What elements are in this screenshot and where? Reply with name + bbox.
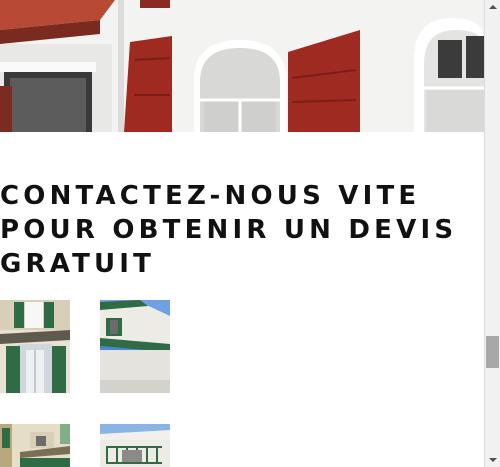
contact-heading: CONTACTEZ-NOUS VITE POUR OBTENIR UN DEVI…	[0, 181, 458, 279]
scrollbar-thumb[interactable]	[486, 336, 499, 368]
gallery-thumbnail-house-sky[interactable]	[100, 300, 170, 393]
gallery-thumbnail-green-shutters[interactable]	[0, 300, 70, 393]
vertical-scrollbar[interactable]	[484, 0, 500, 467]
scroll-up-arrow-icon[interactable]	[485, 0, 500, 14]
page-content: CONTACTEZ-NOUS VITE POUR OBTENIR UN DEVI…	[0, 0, 484, 467]
hero-image-facade-red-shutters	[0, 0, 484, 132]
gallery-thumbnail-facade-balcony[interactable]	[0, 424, 70, 467]
gallery-thumbnail-green-balcony[interactable]	[100, 424, 170, 467]
scroll-down-arrow-icon[interactable]	[485, 453, 500, 467]
